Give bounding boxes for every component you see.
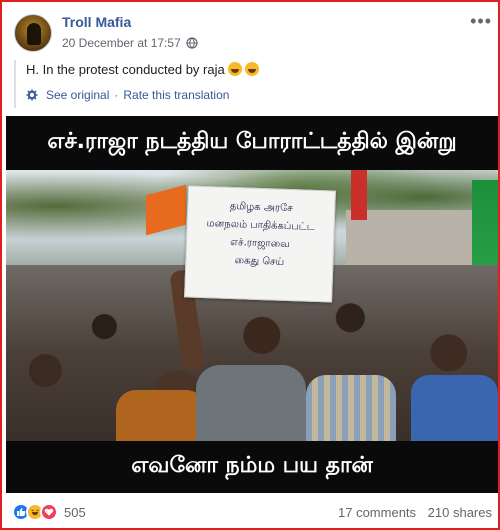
protest-sign: தமிழக அரசே மனநலம் பாதிக்கப்பட்ட எச்.ராஜா…	[184, 185, 336, 303]
post-timestamp[interactable]: 20 December at 17:57	[62, 36, 181, 50]
page-avatar[interactable]	[14, 14, 52, 52]
engagement-stats: 17 comments 210 shares	[338, 505, 492, 520]
rolling-laughing-emoji	[227, 62, 242, 76]
post-text-content: H. In the protest conducted by raja	[26, 61, 225, 77]
rate-translation-link[interactable]: Rate this translation	[123, 88, 229, 102]
man-check-shirt	[306, 375, 396, 441]
avatar-figure	[27, 23, 41, 45]
caption-bottom: எவனோ நம்ம பய தான்	[131, 453, 373, 478]
caption-bottom-band: எவனோ நம்ம பய தான்	[6, 441, 498, 493]
separator-dot: ·	[114, 88, 119, 102]
red-flag	[351, 170, 367, 220]
love-reaction-icon[interactable]	[40, 503, 58, 521]
post-image[interactable]: எச்.ராஜா நடத்திய போராட்டத்தில் இன்று தமி…	[6, 116, 498, 493]
translation-bar: See original · Rate this translation	[26, 88, 490, 102]
facebook-post: Troll Mafia 20 December at 17:57 ••• H. …	[0, 0, 500, 530]
post-text: H. In the protest conducted by raja	[26, 60, 490, 78]
globe-icon	[186, 37, 198, 49]
heart-icon	[44, 508, 54, 516]
reactions-bar: 505 17 comments 210 shares	[12, 500, 492, 524]
page-name-link[interactable]: Troll Mafia	[62, 14, 131, 30]
woman-saree	[116, 390, 206, 441]
reaction-count[interactable]: 505	[64, 505, 86, 520]
post-meta: 20 December at 17:57	[62, 36, 198, 50]
rolling-laughing-emoji	[244, 62, 259, 76]
protest-photo: தமிழக அரசே மனநலம் பாதிக்கப்பட்ட எச்.ராஜா…	[6, 170, 498, 441]
see-original-link[interactable]: See original	[46, 88, 109, 102]
caption-top-band: எச்.ராஜா நடத்திய போராட்டத்தில் இன்று	[6, 116, 498, 170]
man-grey-shirt	[196, 365, 306, 441]
thumbs-up-icon	[17, 508, 26, 516]
post-header: Troll Mafia 20 December at 17:57 •••	[12, 12, 492, 54]
ellipsis-icon[interactable]: •••	[470, 12, 492, 30]
man-blue-shirt	[411, 375, 498, 441]
caption-top: எச்.ராஜா நடத்திய போராட்டத்தில் இன்று	[47, 129, 457, 154]
gear-icon[interactable]	[26, 89, 38, 101]
comments-count-link[interactable]: 17 comments	[338, 505, 416, 520]
post-body: H. In the protest conducted by raja See …	[14, 60, 490, 108]
shares-count-link[interactable]: 210 shares	[428, 505, 492, 520]
sign-line: கைது செய்	[234, 255, 285, 268]
